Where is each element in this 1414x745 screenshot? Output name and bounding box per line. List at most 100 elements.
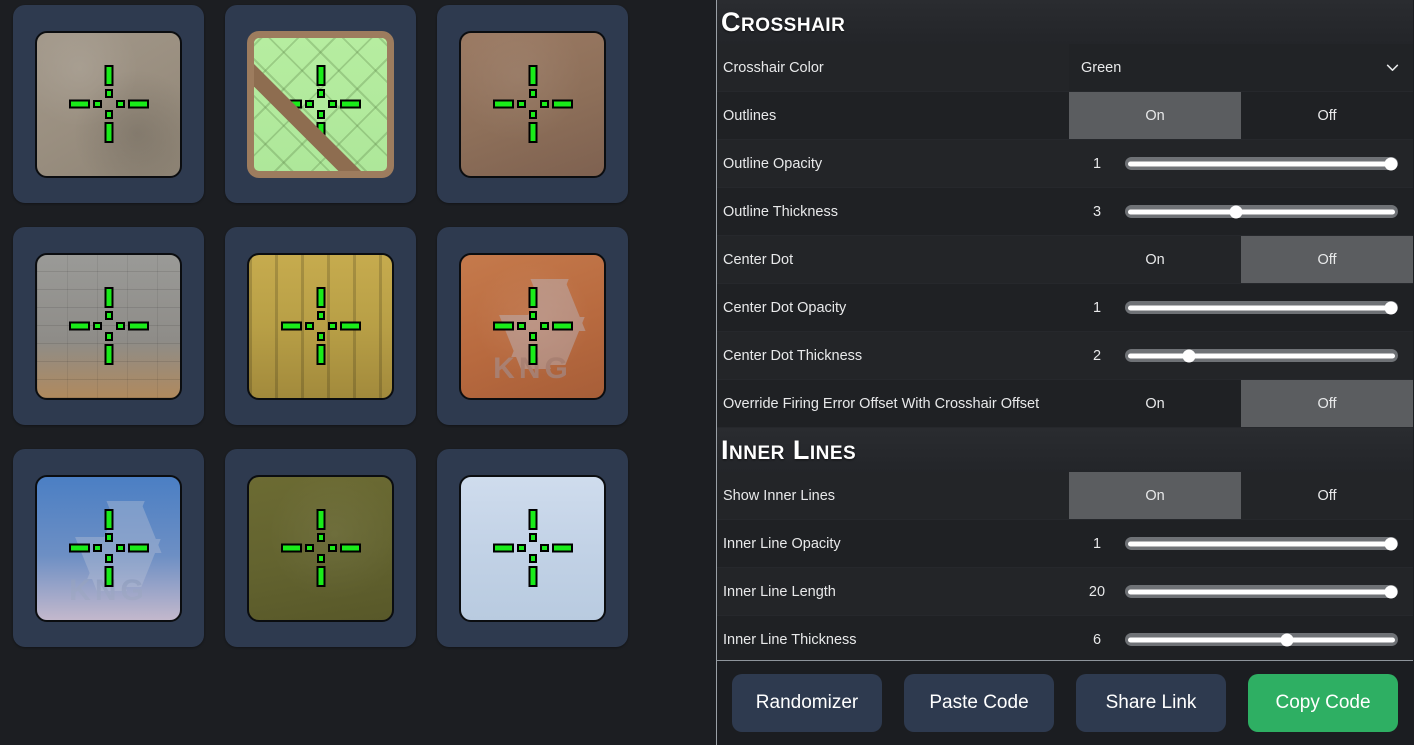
outer-line-lf (492, 321, 514, 331)
outer-line-lf (280, 99, 302, 109)
setting-row: Outline Thickness 3 (717, 188, 1413, 236)
preview-sky[interactable]: KNG (35, 474, 182, 622)
preview-sand[interactable] (35, 30, 182, 178)
outer-line-rt (551, 99, 573, 109)
preview-lattice[interactable] (247, 30, 394, 178)
crosshair-glyph (249, 255, 392, 398)
inner-line-lf (92, 322, 102, 330)
slider-track[interactable] (1125, 585, 1398, 598)
outer-line-up (528, 509, 537, 530)
inner-line-lf (92, 544, 102, 552)
preview-olive[interactable] (247, 474, 394, 622)
crosshair-tile[interactable] (13, 5, 204, 203)
setting-label: Show Inner Lines (723, 487, 836, 504)
toggle-off-button[interactable]: Off (1241, 236, 1413, 283)
crosshair-tile[interactable] (437, 449, 628, 647)
inner-line-dn (528, 332, 537, 341)
setting-control: 2 (1069, 332, 1413, 379)
toggle-off-button[interactable]: Off (1241, 380, 1413, 427)
preview-orange[interactable]: KNG (459, 252, 606, 400)
setting-row: Center Dot Thickness 2 (717, 332, 1413, 380)
setting-row: Outlines On Off (717, 92, 1413, 140)
toggle-on-button[interactable]: On (1069, 236, 1241, 283)
slider-thumb[interactable] (1384, 537, 1397, 550)
slider-track[interactable] (1125, 537, 1398, 550)
outer-line-lf (280, 321, 302, 331)
preview-stone[interactable] (35, 252, 182, 400)
slider-track[interactable] (1125, 205, 1398, 218)
outer-line-rt (551, 321, 573, 331)
slider-thumb[interactable] (1384, 301, 1397, 314)
setting-control: 1 (1069, 140, 1413, 187)
outer-line-up (316, 287, 325, 308)
slider-thumb[interactable] (1229, 205, 1243, 218)
outer-line-dn (316, 122, 325, 143)
toggle-on-button[interactable]: On (1069, 92, 1241, 139)
paste-code-button[interactable]: Paste Code (904, 674, 1054, 732)
toggle-off-button[interactable]: Off (1241, 92, 1413, 139)
slider-fill (1128, 305, 1395, 310)
inner-line-up (316, 533, 325, 542)
setting-control: On Off (1069, 380, 1413, 427)
outer-line-rt (339, 99, 361, 109)
crosshair-tile[interactable] (225, 227, 416, 425)
crosshair-tile[interactable]: KNG (13, 449, 204, 647)
outer-line-lf (280, 543, 302, 553)
share-link-button[interactable]: Share Link (1076, 674, 1226, 732)
setting-row: Center Dot On Off (717, 236, 1413, 284)
slider-control: 3 (1069, 188, 1413, 235)
outer-line-rt (339, 543, 361, 553)
setting-row: Inner Line Thickness 6 (717, 616, 1413, 660)
crosshair-tile[interactable] (225, 5, 416, 203)
crosshair-color-select[interactable]: Green (1069, 44, 1413, 91)
crosshair-tile[interactable] (13, 227, 204, 425)
toggle-off-button[interactable]: Off (1241, 472, 1413, 519)
inner-line-dn (528, 554, 537, 563)
slider-track[interactable] (1125, 157, 1398, 170)
slider-thumb[interactable] (1384, 585, 1397, 598)
settings-list[interactable]: Crosshair Crosshair Color Green Outlines On O… (717, 0, 1413, 661)
setting-row: Center Dot Opacity 1 (717, 284, 1413, 332)
inner-line-rt (539, 322, 549, 330)
crosshair-tile[interactable] (225, 449, 416, 647)
setting-row: Inner Line Opacity 1 (717, 520, 1413, 568)
preview-wood[interactable] (247, 252, 394, 400)
outer-line-lf (492, 99, 514, 109)
slider-fill (1128, 161, 1395, 166)
toggle-group: On Off (1069, 472, 1413, 519)
outer-line-lf (492, 543, 514, 553)
inner-line-dn (528, 110, 537, 119)
crosshair-tile[interactable] (437, 5, 628, 203)
toggle-on-button[interactable]: On (1069, 472, 1241, 519)
slider-control: 20 (1069, 568, 1413, 615)
crosshair-tile[interactable]: KNG (437, 227, 628, 425)
slider-thumb[interactable] (1280, 633, 1294, 646)
slider-thumb[interactable] (1384, 157, 1397, 170)
setting-label: Outlines (723, 107, 777, 124)
slider-thumb[interactable] (1182, 349, 1196, 362)
outer-line-dn (316, 344, 325, 365)
preview-pale[interactable] (459, 474, 606, 622)
crosshair-configurator: KNG KNG Crosshair Crosshair Color Green Outl… (0, 0, 1414, 745)
section-header-inner-lines: Inner Lines (717, 428, 1413, 472)
preview-brown[interactable] (459, 30, 606, 178)
outer-line-lf (68, 99, 90, 109)
outer-line-up (528, 287, 537, 308)
inner-line-up (528, 311, 537, 320)
slider-track[interactable] (1125, 349, 1398, 362)
slider-track[interactable] (1125, 633, 1398, 646)
setting-control: On Off (1069, 92, 1413, 139)
outer-line-dn (104, 122, 113, 143)
crosshair-glyph (461, 255, 604, 398)
randomizer-button[interactable]: Randomizer (732, 674, 882, 732)
toggle-on-button[interactable]: On (1069, 380, 1241, 427)
toggle-group: On Off (1069, 92, 1413, 139)
inner-line-dn (104, 554, 113, 563)
copy-code-button[interactable]: Copy Code (1248, 674, 1398, 732)
setting-row: Crosshair Color Green (717, 44, 1413, 92)
inner-line-lf (92, 100, 102, 108)
crosshair-glyph (254, 38, 387, 171)
slider-track[interactable] (1125, 301, 1398, 314)
inner-line-lf (304, 322, 314, 330)
setting-label: Outline Opacity (723, 155, 823, 172)
